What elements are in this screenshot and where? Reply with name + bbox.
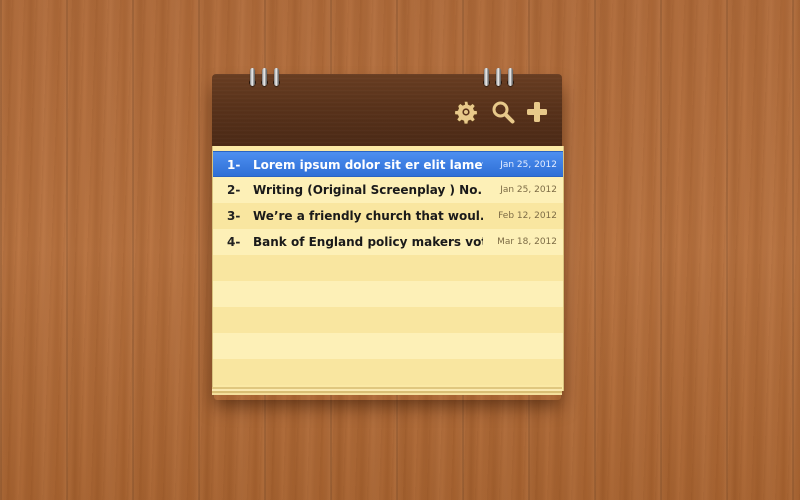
note-number: 4- <box>227 235 241 249</box>
note-number: 2- <box>227 183 241 197</box>
empty-row <box>213 307 563 333</box>
notepad-window: 1- Lorem ipsum dolor sit er elit lamet,.… <box>212 68 564 396</box>
notes-list: 1- Lorem ipsum dolor sit er elit lamet,.… <box>212 146 564 391</box>
note-title: Lorem ipsum dolor sit er elit lamet,... <box>253 158 483 172</box>
add-note-button[interactable] <box>523 98 551 126</box>
binder-ring <box>250 68 255 86</box>
binder-ring <box>496 68 501 86</box>
gear-icon <box>454 100 478 124</box>
settings-button[interactable] <box>452 98 480 126</box>
page-edge <box>212 393 562 395</box>
binder-ring <box>484 68 489 86</box>
empty-row <box>213 359 563 385</box>
binder-ring <box>508 68 513 86</box>
page-edges <box>212 387 562 396</box>
plus-icon <box>525 100 549 124</box>
note-date: Jan 25, 2012 <box>500 185 557 195</box>
note-number: 3- <box>227 209 241 223</box>
empty-row <box>213 255 563 281</box>
search-button[interactable] <box>489 98 517 126</box>
note-date: Jan 25, 2012 <box>500 160 557 170</box>
note-date: Feb 12, 2012 <box>498 211 557 221</box>
search-icon <box>491 100 515 124</box>
note-row[interactable]: 1- Lorem ipsum dolor sit er elit lamet,.… <box>213 151 563 177</box>
binder-ring <box>262 68 267 86</box>
empty-row <box>213 281 563 307</box>
empty-row <box>213 333 563 359</box>
note-row[interactable]: 2- Writing (Original Screenplay ) No... … <box>213 177 563 203</box>
notepad-header <box>212 68 562 148</box>
note-title: Writing (Original Screenplay ) No... <box>253 183 483 197</box>
note-row[interactable]: 4- Bank of England policy makers vote...… <box>213 229 563 255</box>
note-date: Mar 18, 2012 <box>497 237 557 247</box>
note-row[interactable]: 3- We’re a friendly church that woul... … <box>213 203 563 229</box>
note-number: 1- <box>227 158 241 172</box>
note-title: We’re a friendly church that woul... <box>253 209 483 223</box>
binder-ring <box>274 68 279 86</box>
note-title: Bank of England policy makers vote... <box>253 235 483 249</box>
